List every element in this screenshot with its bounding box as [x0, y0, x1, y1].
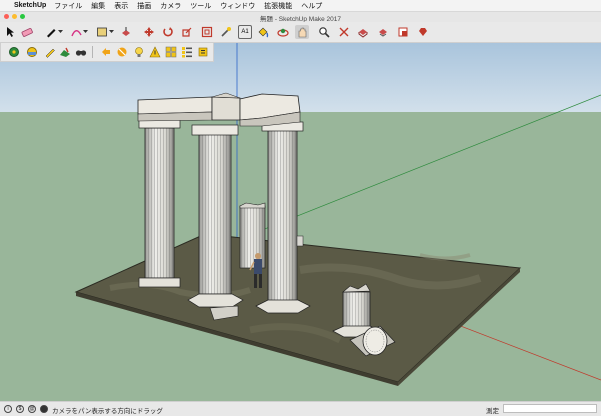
menu-extensions[interactable]: 拡張機能 — [264, 1, 292, 11]
pencil-dropdown-icon[interactable] — [58, 25, 64, 39]
rotate-icon[interactable] — [161, 25, 175, 39]
main-toolbar: A1 — [0, 22, 601, 43]
broken-column-back[interactable] — [239, 202, 266, 269]
menu-draw[interactable]: 描画 — [137, 1, 151, 11]
pencil-icon[interactable] — [44, 25, 58, 39]
credits-icon[interactable]: $ — [16, 405, 24, 413]
geo-location-icon[interactable] — [7, 45, 21, 59]
status-hint: カメラをパン表示する方向にドラッグ — [52, 408, 163, 415]
menu-edit[interactable]: 編集 — [91, 1, 105, 11]
move-icon[interactable] — [142, 25, 156, 39]
tape-measure-icon[interactable] — [219, 25, 233, 39]
sandbox-drape-icon[interactable] — [58, 45, 72, 59]
measurements-input[interactable] — [503, 404, 597, 413]
extension-warehouse-icon[interactable] — [376, 25, 390, 39]
rectangle-dropdown-icon[interactable] — [109, 25, 115, 39]
scale-icon[interactable] — [180, 25, 194, 39]
user-icon[interactable]: @ — [28, 405, 36, 413]
status-bar: i $ @ カメラをパン表示する方向にドラッグ 測定 — [0, 401, 601, 416]
measurements-label: 測定 — [486, 408, 499, 415]
arc-dropdown-icon[interactable] — [83, 25, 89, 39]
lightbulb-icon[interactable] — [132, 45, 146, 59]
shadows-icon[interactable] — [115, 45, 129, 59]
components-icon[interactable] — [164, 45, 178, 59]
window-title-bar: 無題 - SketchUp Make 2017 — [0, 12, 601, 23]
text-icon[interactable]: A1 — [238, 25, 252, 39]
select-icon[interactable] — [3, 25, 17, 39]
menu-camera[interactable]: カメラ — [160, 1, 181, 11]
app-menu[interactable]: SketchUp — [14, 2, 46, 9]
pan-icon[interactable] — [295, 25, 309, 39]
menu-window[interactable]: ウィンドウ — [220, 1, 255, 11]
column-left[interactable] — [138, 119, 181, 288]
toolbar-separator — [92, 46, 93, 58]
eraser-icon[interactable] — [20, 25, 34, 39]
scene-canvas[interactable] — [0, 43, 601, 401]
warehouse-icon[interactable] — [356, 25, 370, 39]
orbit-icon[interactable] — [276, 25, 290, 39]
push-pull-icon[interactable] — [119, 25, 133, 39]
geo-icon[interactable] — [40, 405, 48, 413]
arc-icon[interactable] — [69, 25, 83, 39]
menu-tools[interactable]: ツール — [190, 1, 211, 11]
menu-view[interactable]: 表示 — [114, 1, 128, 11]
walk-icon[interactable] — [74, 45, 88, 59]
layout-icon[interactable] — [396, 25, 410, 39]
secondary-toolbar — [0, 43, 214, 62]
warning-icon[interactable] — [148, 45, 162, 59]
sandbox-smoove-icon[interactable] — [43, 45, 57, 59]
section-plane-icon[interactable] — [99, 45, 113, 59]
add-location-icon[interactable] — [25, 45, 39, 59]
menu-help[interactable]: ヘルプ — [301, 1, 322, 11]
paint-bucket-icon[interactable] — [256, 25, 270, 39]
zoom-icon[interactable] — [317, 25, 331, 39]
zoom-extents-icon[interactable] — [337, 25, 351, 39]
model-viewport[interactable] — [0, 43, 601, 401]
rectangle-icon[interactable] — [95, 25, 109, 39]
ruby-icon[interactable] — [416, 25, 430, 39]
offset-icon[interactable] — [200, 25, 214, 39]
instructor-icon[interactable] — [196, 45, 210, 59]
menu-bar: SketchUp ファイル 編集 表示 描画 カメラ ツール ウィンドウ 拡張機… — [0, 0, 601, 12]
outliner-icon[interactable] — [180, 45, 194, 59]
info-icon[interactable]: i — [4, 405, 12, 413]
menu-file[interactable]: ファイル — [54, 1, 82, 11]
